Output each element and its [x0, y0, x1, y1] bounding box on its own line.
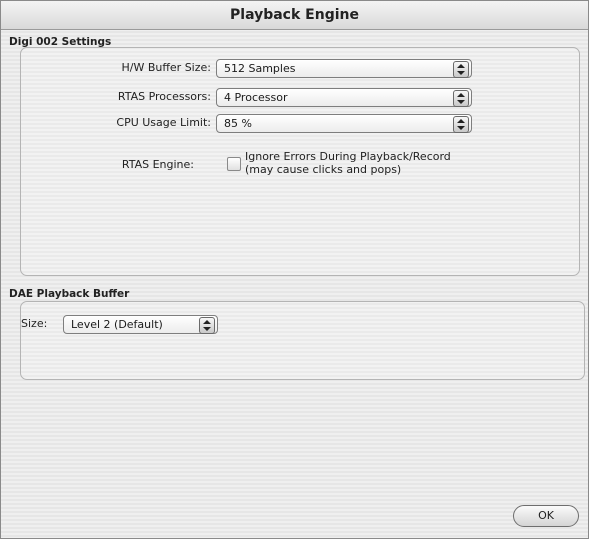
ok-button[interactable]: OK: [513, 505, 579, 527]
rtas-processors-popup[interactable]: 4 Processor: [216, 88, 472, 107]
dae-size-popup[interactable]: Level 2 (Default): [63, 315, 218, 334]
rtas-processors-label: RTAS Processors:: [117, 90, 211, 103]
cpu-usage-label: CPU Usage Limit:: [116, 116, 211, 129]
rtas-engine-label: RTAS Engine:: [121, 158, 194, 171]
dae-buffer-group: Size: Level 2 (Default): [20, 301, 585, 380]
window-title: Playback Engine: [1, 1, 588, 30]
cpu-usage-value: 85 %: [224, 117, 252, 130]
hw-buffer-label: H/W Buffer Size:: [121, 61, 211, 74]
rtas-processors-value: 4 Processor: [224, 91, 288, 104]
dae-size-label: Size:: [21, 317, 48, 330]
ignore-errors-line2: (may cause clicks and pops): [245, 163, 402, 176]
ignore-errors-line1: Ignore Errors During Playback/Record: [245, 150, 451, 163]
dae-buffer-title: DAE Playback Buffer: [9, 288, 130, 300]
updown-arrows-icon: [453, 61, 469, 78]
updown-arrows-icon: [453, 116, 469, 133]
cpu-usage-popup[interactable]: 85 %: [216, 114, 472, 133]
updown-arrows-icon: [199, 317, 215, 334]
hw-buffer-value: 512 Samples: [224, 62, 296, 75]
ignore-errors-label: Ignore Errors During Playback/Record (ma…: [245, 150, 451, 176]
hw-buffer-popup[interactable]: 512 Samples: [216, 59, 472, 78]
playback-engine-window: Playback Engine Digi 002 Settings H/W Bu…: [0, 0, 589, 539]
updown-arrows-icon: [453, 90, 469, 107]
ignore-errors-checkbox[interactable]: [227, 157, 241, 171]
digi-settings-group: H/W Buffer Size: 512 Samples RTAS Proces…: [20, 47, 580, 276]
dae-size-value: Level 2 (Default): [71, 318, 163, 331]
